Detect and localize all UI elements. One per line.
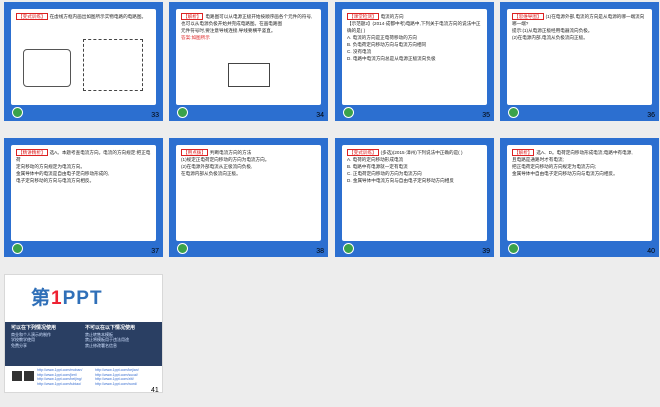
slide-line: 判断电流方向的方法 (209, 150, 252, 155)
slide-line: (2)在电源内部,电流从负极流向正极。 (512, 35, 588, 40)
slide-number: 34 (316, 112, 324, 119)
leaf-logo-icon (12, 107, 23, 118)
slide-thumbnail-34[interactable]: 【解析】 电路图可以从电源正极开始按顺序画各个元件的符号, 也可以从电源负极开始并完… (169, 2, 328, 121)
link-list-left: http://www.1ppt.com/moban/ http://www.1p… (37, 368, 83, 386)
slide-line: D. 电路中电流方向总是从电源正极流向负极 (347, 56, 436, 61)
link-list-right: http://www.1ppt.com/kejian/ http://www.1… (95, 368, 139, 386)
slide-number: 40 (647, 248, 655, 255)
slide-tag: 【精讲精析】 (16, 149, 48, 156)
leaf-logo-icon (177, 243, 188, 254)
qr-code-icon (23, 370, 35, 382)
leaf-logo-icon (12, 243, 23, 254)
slide-line: C. 没有电流 (347, 49, 372, 54)
circuit-diagram (228, 63, 270, 87)
slide-thumbnail-36[interactable]: 【思维导图】 (1)在电源外部,电流的方向是从电源的哪一端流向哪一端? 提示:(1)… (500, 2, 659, 121)
slide-thumbnail-38[interactable]: 【用点拨】 判断电流方向的方法 (1)规定正电荷定向移动的方向为电流方向。 (2)在电… (169, 138, 328, 257)
allowed-column: 可以在下列情况使用 商业和个人演示的制作 学校教学使用 免费分享 (11, 325, 57, 348)
slide-line: 定向移动的方向规定为电流方向。 (16, 164, 85, 169)
slide-thumbnail-41[interactable]: 第1PPT 可以在下列情况使用 商业和个人演示的制作 学校教学使用 免费分享 不… (4, 274, 163, 394)
leaf-logo-icon (177, 107, 188, 118)
slide-line: 提示:(1)从电源正极经用电器流向负极。 (512, 28, 593, 33)
slide-line: 把正电荷定向移动的方向规定为电流方向; (512, 164, 596, 169)
slide-line: 电路图可以从电源正极开始按顺序画各个元件的符号, (205, 14, 313, 19)
slide-content: 【变式训练】 (多选)(2015·漳州)下列说法中正确的是( ) A. 电荷的定向移… (342, 145, 487, 241)
slide-text: 【解析】 选A、D。电荷定向移动形成电流;电路中有电源, 且电路是通路时才有电流; 把… (507, 145, 652, 177)
dashed-answer-box (83, 39, 143, 91)
slide-line: 金属导体中的电流是自由电子定向移动形成的, (16, 171, 110, 176)
slide-text: 【精讲精析】 选A。本题考查电流方向。电流的方向规定:把正电荷 定向移动的方向规定为… (11, 145, 156, 184)
slide-number: 38 (316, 248, 324, 255)
slide-text: 【解析】 电路图可以从电源正极开始按顺序画各个元件的符号, 也可以从电源负极开始并完… (176, 9, 321, 41)
slide-line: 电子定向移动的方向与电流方向相反。 (16, 178, 95, 183)
slide-line: C. 正电荷定向移动的方向为电流方向 (347, 171, 422, 176)
slide-text: 【变式训练】 (多选)(2015·漳州)下列说法中正确的是( ) A. 电荷的定向移… (342, 145, 487, 184)
forbidden-column: 不可以在以下情况使用 禁止转售本模板 禁止将模板用于违法用途 禁止修改署名信息 (85, 325, 136, 348)
ppt-logo: 第1PPT (31, 288, 103, 309)
circuit-illustration (23, 49, 71, 87)
slide-tag: 【思维导图】 (512, 13, 544, 20)
slide-content: 【思维导图】 (1)在电源外部,电流的方向是从电源的哪一端流向哪一端? 提示:(1)… (507, 9, 652, 105)
slide-number: 41 (151, 387, 159, 394)
slide-line: 金属导体中自由电子定向移动方向与电流方向相反。 (512, 171, 618, 176)
slide-content: 【解析】 选A、D。电荷定向移动形成电流;电路中有电源, 且电路是通路时才有电流; 把… (507, 145, 652, 241)
slide-line: A. 电流的方向是正电荷移动的方向 (347, 35, 417, 40)
leaf-logo-icon (343, 243, 354, 254)
slide-tag: 【变式训练】 (347, 149, 379, 156)
slide-line: B. 负电荷定向移动方向与电流方向相同 (347, 42, 427, 47)
slide-line: 元件符号时,要注意导线连接,导线要横平竖直。 (181, 28, 276, 33)
slide-thumbnail-35[interactable]: 【课堂检测】 电流的方向【示范题2】(2014·成都中考)电路中,下列关于电流方向… (335, 2, 494, 121)
slide-text: 【思维导图】 (1)在电源外部,电流的方向是从电源的哪一端流向哪一端? 提示:(1)… (507, 9, 652, 41)
slide-content: 【变式训练】 在虚线方框内画出如图所示实物电路的电路图。 (11, 9, 156, 105)
slide-line: A. 电荷的定向移动形成电流 (347, 157, 404, 162)
slide-thumbnail-33[interactable]: 【变式训练】 在虚线方框内画出如图所示实物电路的电路图。 33 (4, 2, 163, 121)
slide-content: 【解析】 电路图可以从电源正极开始按顺序画各个元件的符号, 也可以从电源负极开始并完… (176, 9, 321, 105)
slide-content: 【课堂检测】 电流的方向【示范题2】(2014·成都中考)电路中,下列关于电流方向… (342, 9, 487, 105)
slide-line: 在虚线方框内画出如图所示实物电路的电路图。 (49, 14, 147, 19)
slide-thumbnail-37[interactable]: 【精讲精析】 选A。本题考查电流方向。电流的方向规定:把正电荷 定向移动的方向规定为… (4, 138, 163, 257)
slide-line: 【示范题2】(2014·成都中考)电路中,下列关于电流方向的说法中正确的是( ) (347, 21, 481, 33)
slide-number: 39 (482, 248, 490, 255)
leaf-logo-icon (508, 107, 519, 118)
slide-line: (2)在电源外部电流从正极流向负极, (181, 164, 253, 169)
slide-line: 选A、D。电荷定向移动形成电流;电路中有电源, (536, 150, 633, 155)
slide-thumbnail-40[interactable]: 【解析】 选A、D。电荷定向移动形成电流;电路中有电源, 且电路是通路时才有电流; 把… (500, 138, 659, 257)
slide-content: 【用点拨】 判断电流方向的方法 (1)规定正电荷定向移动的方向为电流方向。 (2)在电… (176, 145, 321, 241)
answer-line: 答案:如图所示 (181, 35, 210, 40)
slide-line: (多选)(2015·漳州)下列说法中正确的是( ) (380, 150, 463, 155)
slide-tag: 【课堂检测】 (347, 13, 379, 20)
slide-text: 【变式训练】 在虚线方框内画出如图所示实物电路的电路图。 (11, 9, 156, 20)
slide-number: 37 (151, 248, 159, 255)
slide-number: 33 (151, 112, 159, 119)
slide-line: 电流的方向 (380, 14, 404, 19)
slide-tag: 【解析】 (181, 13, 204, 20)
slide-line: D. 金属导体中电流方向与自由电子定向移动方向相反 (347, 178, 454, 183)
leaf-logo-icon (343, 107, 354, 118)
slide-thumbnail-39[interactable]: 【变式训练】 (多选)(2015·漳州)下列说法中正确的是( ) A. 电荷的定向移… (335, 138, 494, 257)
info-band: 可以在下列情况使用 商业和个人演示的制作 学校教学使用 免费分享 不可以在以下情… (5, 322, 162, 366)
slide-tag: 【用点拨】 (181, 149, 208, 156)
slide-text: 【用点拨】 判断电流方向的方法 (1)规定正电荷定向移动的方向为电流方向。 (2)在电… (176, 145, 321, 177)
qr-code-icon (11, 370, 23, 382)
slide-line: 也可以从电源负极开始并完成电路图。在画电路图 (181, 21, 283, 26)
leaf-logo-icon (508, 243, 519, 254)
slide-number: 35 (482, 112, 490, 119)
slide-line: 在电源内部从负极流向正极。 (181, 171, 241, 176)
slide-text: 【课堂检测】 电流的方向【示范题2】(2014·成都中考)电路中,下列关于电流方向… (342, 9, 487, 62)
slide-line: 且电路是通路时才有电流; (512, 157, 564, 162)
slide-tag: 【变式训练】 (16, 13, 48, 20)
slide-line: B. 电路中有电源就一定有电流 (347, 164, 408, 169)
slide-number: 36 (647, 112, 655, 119)
slide-tag: 【解析】 (512, 149, 535, 156)
slide-line: (1)规定正电荷定向移动的方向为电流方向。 (181, 157, 270, 162)
slide-content: 【精讲精析】 选A。本题考查电流方向。电流的方向规定:把正电荷 定向移动的方向规定为… (11, 145, 156, 241)
